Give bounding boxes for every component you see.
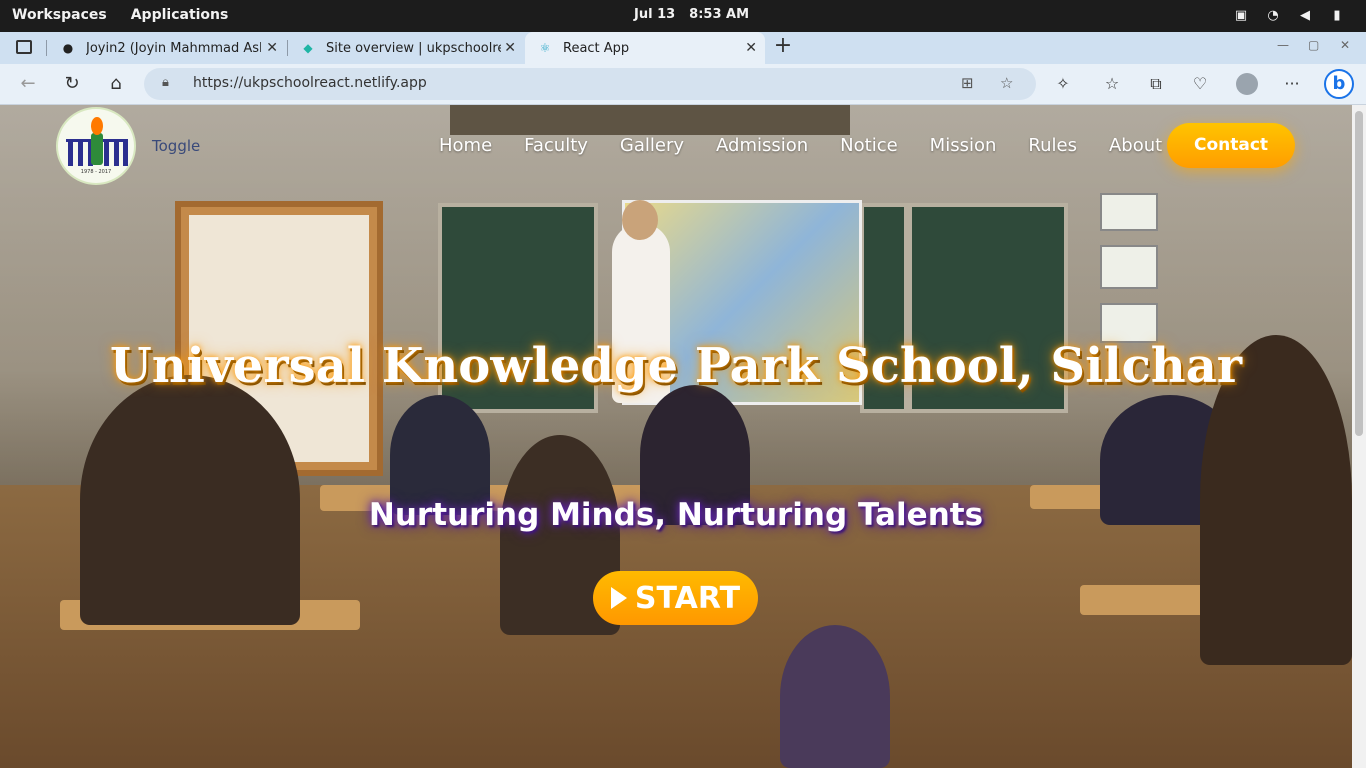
favorites-icon[interactable]: ☆ <box>1102 74 1122 93</box>
scrollbar-thumb[interactable] <box>1355 111 1363 436</box>
refresh-icon[interactable]: ↻ <box>61 73 83 95</box>
clock[interactable]: Jul 13 8:53 AM <box>634 7 749 22</box>
nav-home[interactable]: Home <box>439 135 492 156</box>
wall-poster <box>1100 193 1158 231</box>
page-scrollbar[interactable] <box>1352 105 1366 768</box>
close-tab-icon[interactable]: ✕ <box>504 40 516 56</box>
tab-title: React App <box>563 40 630 56</box>
hero-subtitle: Nurturing Minds, Nurturing Talents <box>368 497 984 533</box>
favorite-star-icon[interactable]: ☆ <box>1000 74 1013 92</box>
minimize-icon[interactable]: — <box>1277 38 1289 52</box>
nav-admission[interactable]: Admission <box>716 135 808 156</box>
teacher-head <box>622 200 658 240</box>
profile-avatar[interactable] <box>1236 73 1258 95</box>
applications-menu[interactable]: Applications <box>131 7 229 23</box>
close-tab-icon[interactable]: ✕ <box>745 40 757 56</box>
nav-about[interactable]: About <box>1109 135 1162 156</box>
clock-date: Jul 13 <box>634 7 676 22</box>
logo-years: 1978 - 2017 <box>80 169 112 175</box>
netlify-icon: ◆ <box>303 41 313 55</box>
url-text[interactable]: https://ukpschoolreact.netlify.app <box>193 75 427 91</box>
bing-copilot-icon[interactable]: b <box>1324 69 1354 99</box>
play-icon <box>610 587 627 609</box>
address-bar-row: ← ↻ ⌂ 🔒︎ https://ukpschoolreact.netlify.… <box>0 64 1366 105</box>
home-icon[interactable]: ⌂ <box>105 73 127 95</box>
lock-icon[interactable]: 🔒︎ <box>162 75 169 90</box>
nav-toggle[interactable]: Toggle <box>152 137 200 155</box>
browser-essentials-icon[interactable]: ♡ <box>1190 74 1210 93</box>
tab-strip: ● Joyin2 (Joyin Mahmmad Aslam) ✕ ◆ Site … <box>0 32 1366 64</box>
close-window-icon[interactable]: ✕ <box>1340 38 1350 52</box>
close-tab-icon[interactable]: ✕ <box>266 40 278 56</box>
tab-github[interactable]: ● Joyin2 (Joyin Mahmmad Aslam) ✕ <box>48 32 286 64</box>
tab-title: Site overview | ukpschoolreact <box>326 40 501 56</box>
new-tab-button[interactable]: + <box>772 35 794 58</box>
address-bar[interactable]: 🔒︎ https://ukpschoolreact.netlify.app ⊞ … <box>144 68 1036 100</box>
nav-gallery[interactable]: Gallery <box>620 135 684 156</box>
volume-icon[interactable]: ◀ <box>1296 6 1314 24</box>
extensions-icon[interactable]: ✧ <box>1053 74 1073 93</box>
start-button[interactable]: START <box>593 571 758 625</box>
tab-title: Joyin2 (Joyin Mahmmad Aslam) <box>86 40 261 56</box>
wall-poster <box>1100 303 1158 343</box>
clock-time: 8:53 AM <box>689 7 750 22</box>
nav-mission[interactable]: Mission <box>930 135 997 156</box>
battery-icon[interactable]: ▮ <box>1328 6 1346 24</box>
tab-netlify[interactable]: ◆ Site overview | ukpschoolreact ✕ <box>288 32 524 64</box>
os-top-bar: Workspaces Applications Jul 13 8:53 AM ▣… <box>0 0 1366 32</box>
webpage: 1978 - 2017 Toggle Home Faculty Gallery … <box>0 105 1352 768</box>
start-label: START <box>634 580 741 616</box>
backpack <box>780 625 890 768</box>
contact-button[interactable]: Contact <box>1167 123 1295 168</box>
back-icon[interactable]: ← <box>17 73 39 95</box>
workspaces-menu[interactable]: Workspaces <box>12 7 107 23</box>
wifi-icon[interactable]: ◔ <box>1264 6 1282 24</box>
hero-title: Universal Knowledge Park School, Silchar <box>109 338 1243 394</box>
main-nav: Home Faculty Gallery Admission Notice Mi… <box>439 135 1194 156</box>
nav-rules[interactable]: Rules <box>1028 135 1077 156</box>
react-icon: ⚛ <box>539 41 551 55</box>
nav-notice[interactable]: Notice <box>840 135 898 156</box>
nav-faculty[interactable]: Faculty <box>524 135 588 156</box>
tab-react-app[interactable]: ⚛ React App ✕ <box>525 32 765 64</box>
school-logo[interactable]: 1978 - 2017 <box>56 107 136 185</box>
wall-portraits <box>450 105 850 135</box>
screenshot-icon[interactable]: ▣ <box>1232 6 1250 24</box>
app-available-icon[interactable]: ⊞ <box>961 74 974 92</box>
collections-icon[interactable]: ⧉ <box>1146 74 1166 94</box>
tab-actions-icon[interactable] <box>16 40 32 54</box>
maximize-icon[interactable]: ▢ <box>1308 38 1319 52</box>
torch-flame-icon <box>91 117 103 135</box>
github-icon: ● <box>62 41 74 55</box>
wall-poster <box>1100 245 1158 289</box>
more-menu-icon[interactable]: ··· <box>1282 74 1302 93</box>
tab-divider <box>46 40 47 56</box>
